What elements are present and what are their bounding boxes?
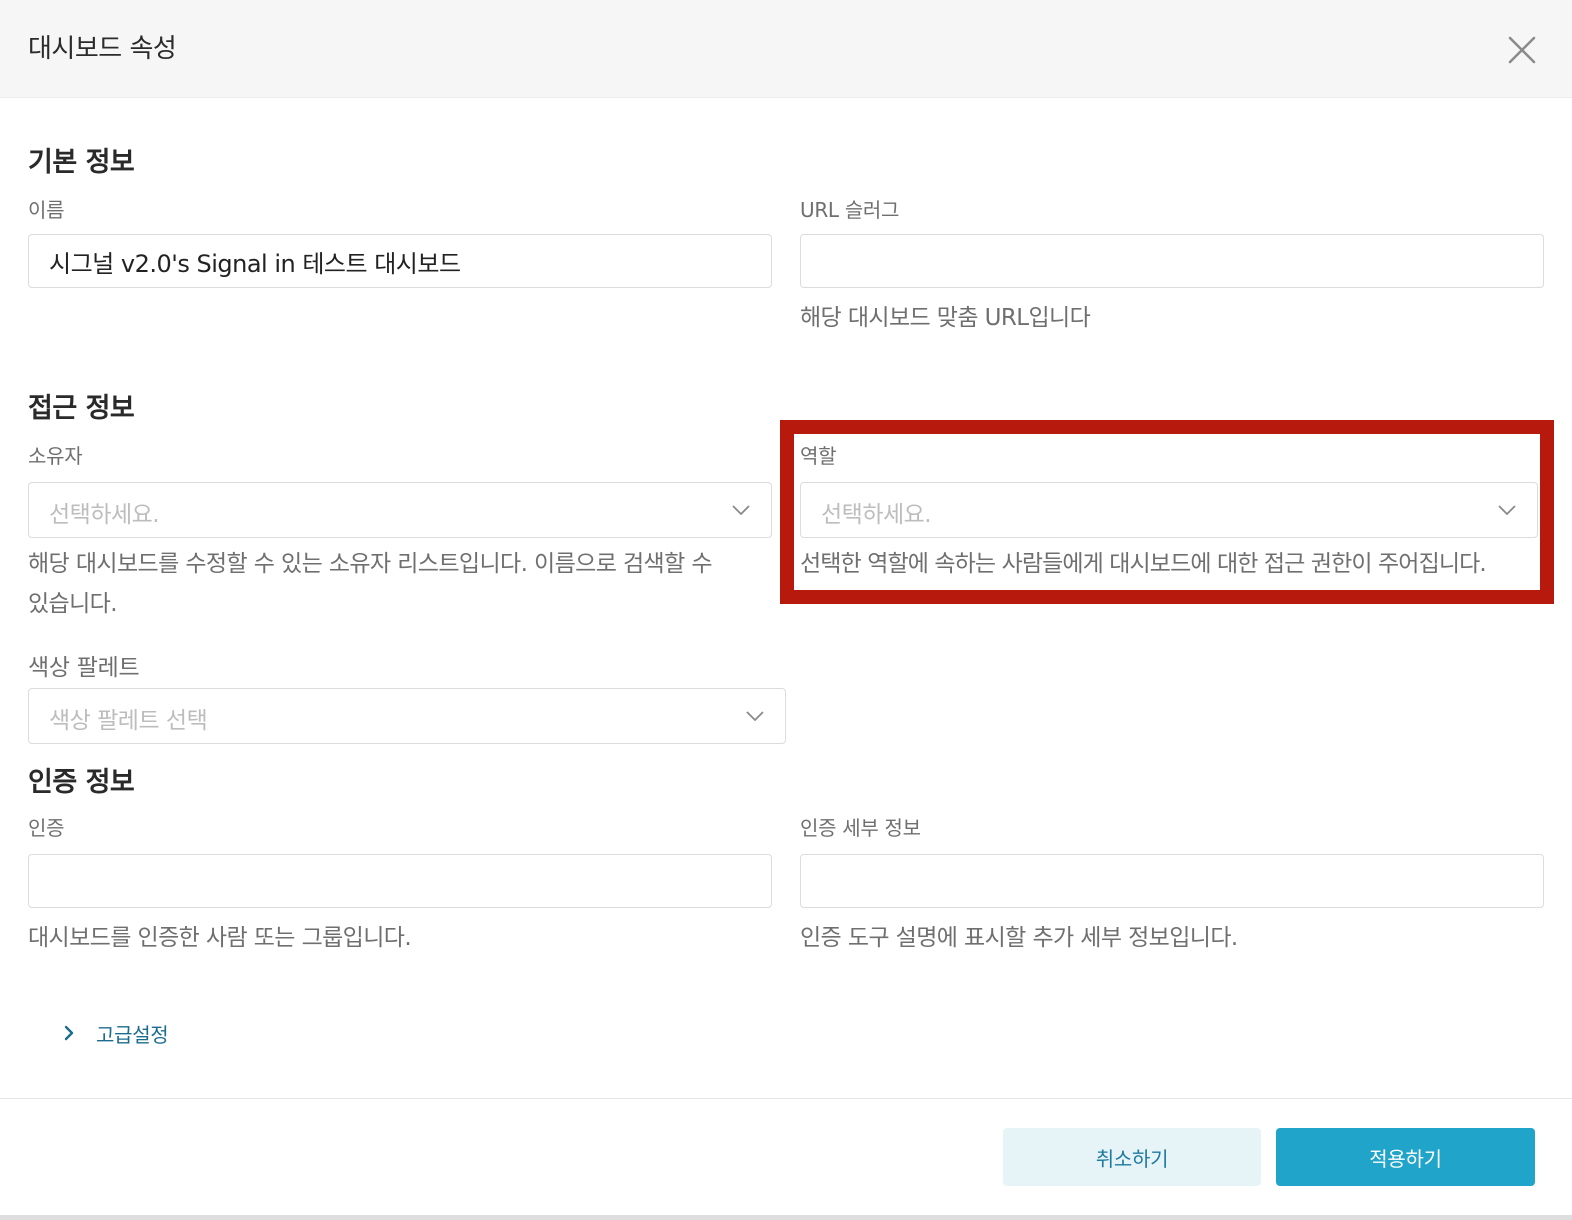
- url-slug-input[interactable]: [800, 234, 1544, 288]
- owner-label: 소유자: [28, 444, 83, 468]
- chevron-right-icon: [64, 1025, 74, 1041]
- palette-select-placeholder: 색상 팔레트 선택: [49, 708, 208, 734]
- cert-help: 대시보드를 인증한 사람 또는 그룹입니다.: [28, 925, 412, 951]
- cert-detail-label: 인증 세부 정보: [800, 816, 921, 840]
- close-button[interactable]: [1504, 32, 1540, 68]
- owner-help: 해당 대시보드를 수정할 수 있는 소유자 리스트입니다. 이름으로 검색할 수…: [28, 544, 713, 624]
- modal-header: 대시보드 속성: [0, 0, 1572, 98]
- modal-title: 대시보드 속성: [28, 34, 177, 64]
- advanced-settings-toggle[interactable]: 고급설정: [62, 1018, 169, 1048]
- name-input[interactable]: [28, 234, 772, 288]
- close-icon: [1508, 36, 1536, 64]
- footer-divider: [0, 1098, 1572, 1099]
- url-slug-help: 해당 대시보드 맞춤 URL입니다: [800, 305, 1091, 331]
- owner-help-line2: 있습니다.: [28, 591, 118, 617]
- name-label: 이름: [28, 198, 65, 222]
- modal-bottom-edge: [0, 1215, 1572, 1220]
- owner-select-placeholder: 선택하세요.: [49, 502, 160, 528]
- palette-label: 색상 팔레트: [28, 655, 140, 681]
- cert-label: 인증: [28, 816, 65, 840]
- section-title-access: 접근 정보: [28, 393, 135, 424]
- chevron-down-icon: [732, 505, 750, 516]
- advanced-settings-label: 고급설정: [96, 1022, 169, 1047]
- cert-detail-help: 인증 도구 설명에 표시할 추가 세부 정보입니다.: [800, 925, 1238, 951]
- chevron-down-icon: [746, 711, 764, 722]
- apply-button[interactable]: 적용하기: [1276, 1128, 1535, 1186]
- cert-input[interactable]: [28, 854, 772, 908]
- highlight-annotation: [780, 420, 1554, 604]
- cert-detail-input[interactable]: [800, 854, 1544, 908]
- section-title-basic: 기본 정보: [28, 147, 135, 178]
- owner-help-line1: 해당 대시보드를 수정할 수 있는 소유자 리스트입니다. 이름으로 검색할 수: [28, 551, 713, 577]
- section-title-cert: 인증 정보: [28, 767, 135, 798]
- cancel-button[interactable]: 취소하기: [1003, 1128, 1261, 1186]
- palette-select[interactable]: 색상 팔레트 선택: [28, 688, 786, 744]
- owner-select[interactable]: 선택하세요.: [28, 482, 772, 538]
- url-slug-label: URL 슬러그: [800, 198, 900, 222]
